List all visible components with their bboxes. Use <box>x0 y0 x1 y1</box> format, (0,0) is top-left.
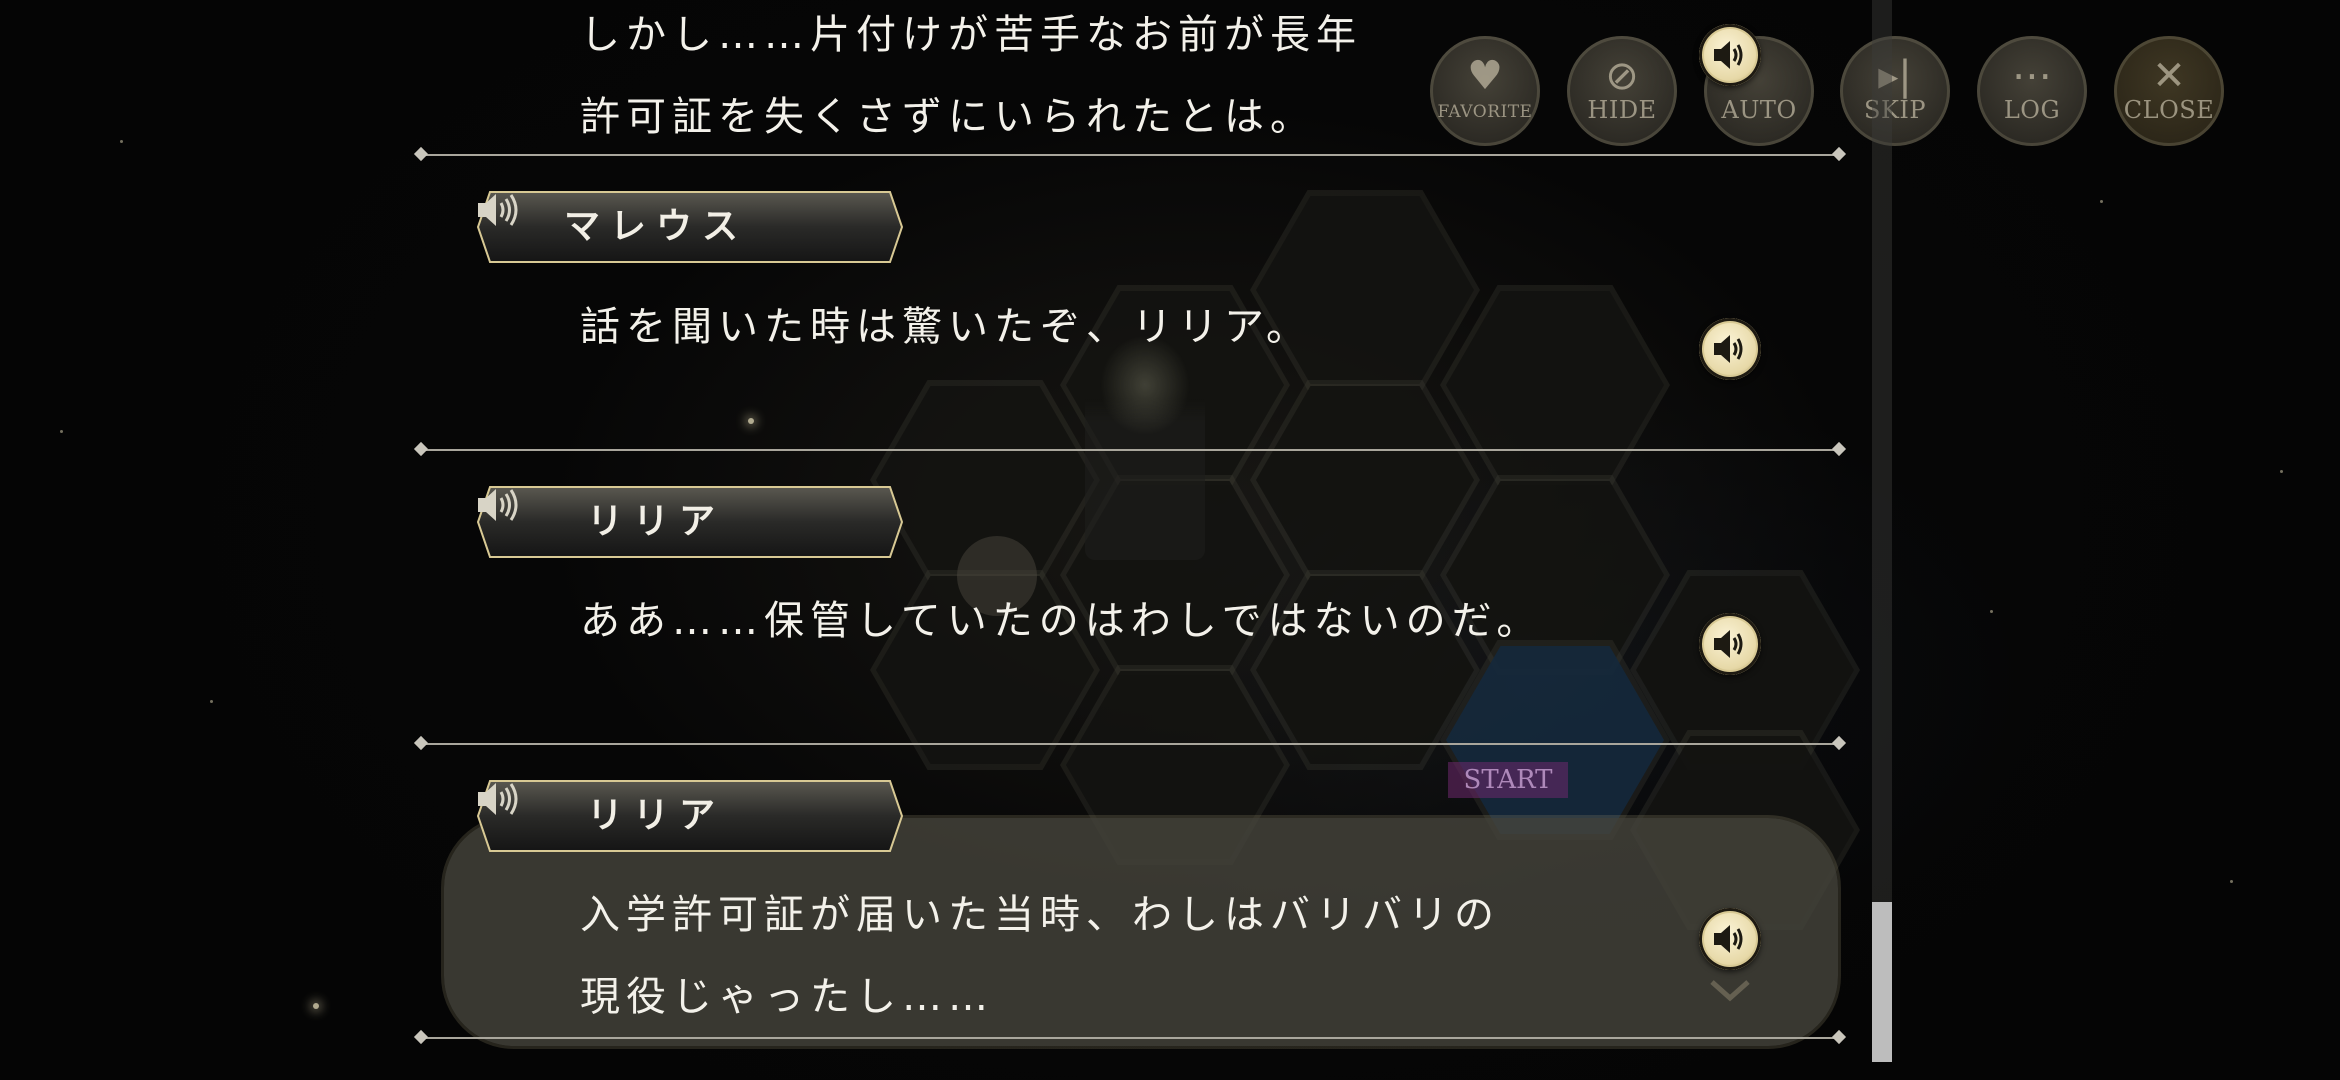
entry-divider <box>420 1037 1840 1039</box>
skip-icon: ▸| <box>1878 53 1912 99</box>
close-icon: ✕ <box>2152 53 2186 99</box>
entry-divider <box>420 154 1840 156</box>
speaker-name: マレウス <box>563 206 748 247</box>
speaker-icon <box>1714 41 1743 69</box>
log-button[interactable]: ⋯ LOG <box>1977 36 2087 146</box>
close-label: CLOSE <box>2123 96 2215 124</box>
star-decoration <box>2280 470 2283 473</box>
star-decoration <box>210 700 213 703</box>
chat-bubble-icon: ⋯ <box>2012 53 2052 99</box>
star-decoration <box>120 140 123 143</box>
star-decoration <box>60 430 63 433</box>
dialogue-line: しかし……片付けが苦手なお前が長年 <box>580 12 1362 58</box>
star-decoration <box>313 1003 319 1009</box>
close-button[interactable]: ✕ CLOSE <box>2114 36 2224 146</box>
backlog-panel: しかし……片付けが苦手なお前が長年 許可証を失くさずにいられたとは。 マレウス … <box>420 0 1840 1080</box>
star-decoration <box>2100 200 2103 203</box>
story-log-screen: START ♥ FAVORITE ⊘ HIDE AUTO ▸| SKIP ⋯ L… <box>0 0 2340 1080</box>
speaker-nameplate: リリア <box>476 779 904 853</box>
speaker-icon <box>478 783 518 815</box>
voice-replay-button[interactable] <box>1699 908 1761 970</box>
speaker-icon <box>1714 925 1743 953</box>
star-decoration <box>2230 880 2233 883</box>
speaker-icon <box>478 194 518 226</box>
dialogue-line: 話を聞いた時は驚いたぞ、リリア。 <box>580 304 1312 350</box>
speaker-name: リリア <box>586 795 725 836</box>
dialogue-line: ああ……保管していたのはわしではないのだ。 <box>580 598 1543 644</box>
speaker-icon <box>1714 335 1743 363</box>
voice-replay-button[interactable] <box>1699 613 1761 675</box>
dialogue-line: 現役じゃったし…… <box>580 974 994 1020</box>
speaker-name: リリア <box>586 501 725 542</box>
skip-button[interactable]: ▸| SKIP <box>1840 36 1950 146</box>
skip-label: SKIP <box>1864 96 1926 124</box>
speaker-icon <box>478 489 518 521</box>
dialogue-line: 入学許可証が届いた当時、わしはバリバリの <box>580 892 1500 938</box>
speaker-nameplate: リリア <box>476 485 904 559</box>
speaker-nameplate: マレウス <box>476 190 904 264</box>
log-label: LOG <box>2003 96 2061 124</box>
star-decoration <box>1990 610 1993 613</box>
entry-divider <box>420 743 1840 745</box>
voice-replay-button[interactable] <box>1699 24 1761 86</box>
dialogue-line: 許可証を失くさずにいられたとは。 <box>580 94 1316 140</box>
voice-replay-button[interactable] <box>1699 318 1761 380</box>
speaker-icon <box>1714 630 1743 658</box>
entry-divider <box>420 449 1840 451</box>
scrollbar-thumb[interactable] <box>1872 902 1892 1062</box>
chevron-down-icon <box>1710 980 1750 1002</box>
